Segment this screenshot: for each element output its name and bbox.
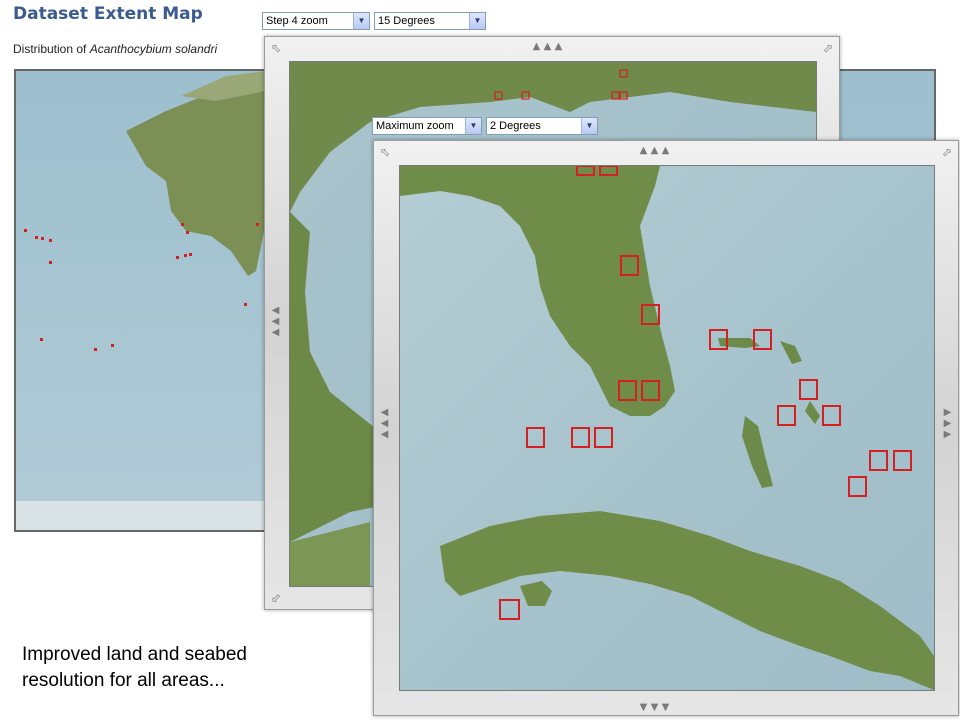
diagonal-arrow-icon[interactable]: ⬀ [940, 145, 954, 159]
step4-degree-select[interactable]: 15 Degrees ▼ [374, 12, 486, 30]
pan-up-icon[interactable]: ▲ ▲ ▲ [531, 41, 564, 52]
max-zoom-value: Maximum zoom [376, 120, 454, 132]
chevron-down-icon: ▼ [353, 13, 369, 29]
max-map-graphic [400, 166, 934, 690]
step4-zoom-value: Step 4 zoom [266, 15, 328, 27]
chevron-down-icon: ▼ [469, 13, 485, 29]
chevron-down-icon: ▼ [465, 118, 481, 134]
pan-up-icon[interactable]: ▲ ▲ ▲ [638, 145, 671, 156]
caption-line-2: resolution for all areas... [22, 670, 225, 691]
step4-degree-value: 15 Degrees [378, 15, 435, 27]
pan-right-icon[interactable]: ▶ ▶ ▶ [942, 407, 953, 440]
max-degree-value: 2 Degrees [490, 120, 541, 132]
diagonal-arrow-icon[interactable]: ⬃ [269, 591, 283, 605]
pan-left-icon[interactable]: ◀ ◀ ◀ [270, 305, 281, 338]
page-subtitle: Distribution of Acanthocybium solandri [13, 42, 217, 56]
max-zoom-viewer: ⬁ ⬀ ▲ ▲ ▲ ▼ ▼ ▼ ◀ ◀ ◀ ▶ ▶ ▶ [373, 140, 959, 716]
species-name: Acanthocybium solandri [89, 42, 218, 56]
max-select-row: Maximum zoom ▼ 2 Degrees ▼ [372, 117, 598, 135]
diagonal-arrow-icon[interactable]: ⬀ [821, 41, 835, 55]
pan-down-icon[interactable]: ▼ ▼ ▼ [638, 702, 671, 713]
diagonal-arrow-icon[interactable]: ⬁ [269, 41, 283, 55]
step4-zoom-select[interactable]: Step 4 zoom ▼ [262, 12, 370, 30]
pan-left-icon[interactable]: ◀ ◀ ◀ [379, 407, 390, 440]
max-zoom-select[interactable]: Maximum zoom ▼ [372, 117, 482, 135]
diagonal-arrow-icon[interactable]: ⬁ [378, 145, 392, 159]
chevron-down-icon: ▼ [581, 118, 597, 134]
subtitle-prefix: Distribution of [13, 42, 90, 56]
caption-line-1: Improved land and seabed [22, 644, 247, 665]
caption: Improved land and seabed resolution for … [22, 642, 362, 694]
max-zoom-map[interactable] [399, 165, 935, 691]
max-degree-select[interactable]: 2 Degrees ▼ [486, 117, 598, 135]
step4-select-row: Step 4 zoom ▼ 15 Degrees ▼ [262, 12, 486, 30]
page-title: Dataset Extent Map [13, 4, 203, 24]
